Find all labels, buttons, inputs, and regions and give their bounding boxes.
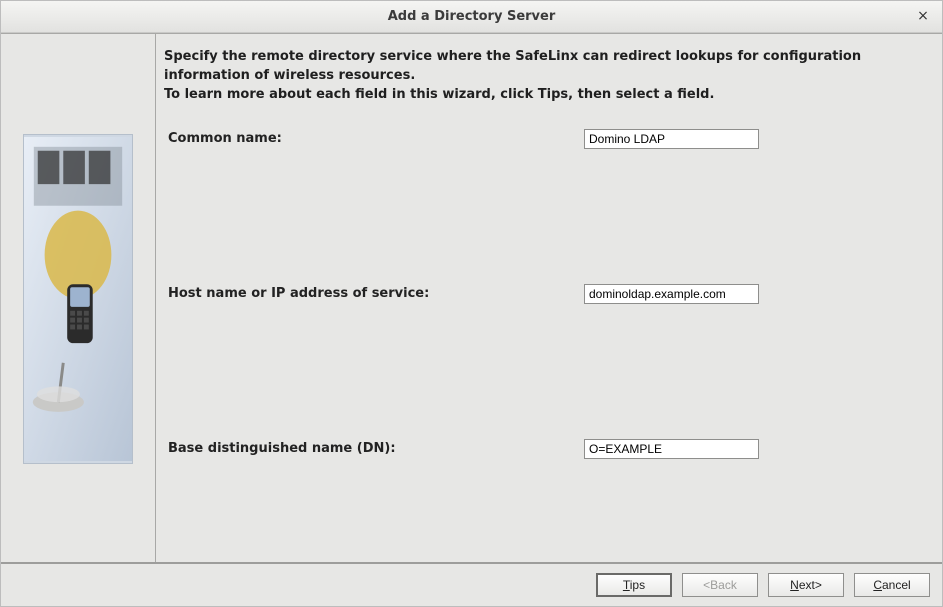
wizard-description: Specify the remote directory service whe…	[164, 48, 932, 105]
cancel-mnemonic: C	[873, 578, 882, 592]
title-bar: Add a Directory Server ×	[1, 1, 942, 33]
field-row-common-name: Common name:	[164, 129, 932, 149]
basedn-label: Base distinguished name (DN):	[164, 441, 584, 456]
common-name-label: Common name:	[164, 131, 584, 146]
cancel-rest: ancel	[882, 578, 911, 592]
hostname-label: Host name or IP address of service:	[164, 286, 584, 301]
tips-mnemonic: T	[623, 578, 630, 592]
dialog-title: Add a Directory Server	[1, 9, 942, 24]
wizard-main-panel: Specify the remote directory service whe…	[156, 34, 942, 562]
next-button[interactable]: Next>	[768, 573, 844, 597]
hostname-input[interactable]	[584, 284, 759, 304]
description-line-1: Specify the remote directory service whe…	[164, 48, 932, 86]
wizard-side-panel	[1, 34, 156, 562]
dialog-footer: Tips <Back Next> Cancel	[1, 562, 942, 606]
tips-rest: ips	[630, 578, 645, 592]
field-row-hostname: Host name or IP address of service:	[164, 284, 932, 304]
fields-area: Common name: Host name or IP address of …	[164, 129, 932, 552]
wizard-illustration	[23, 134, 133, 464]
next-rest: ext>	[799, 578, 822, 592]
dialog-window: Add a Directory Server ×	[0, 0, 943, 607]
basedn-input[interactable]	[584, 439, 759, 459]
tips-button[interactable]: Tips	[596, 573, 672, 597]
common-name-input[interactable]	[584, 129, 759, 149]
close-icon[interactable]: ×	[914, 7, 932, 25]
cancel-button[interactable]: Cancel	[854, 573, 930, 597]
field-row-basedn: Base distinguished name (DN):	[164, 439, 932, 459]
description-line-2: To learn more about each field in this w…	[164, 86, 932, 105]
back-button: <Back	[682, 573, 758, 597]
next-mnemonic: N	[790, 578, 799, 592]
dialog-content: Specify the remote directory service whe…	[1, 33, 942, 562]
